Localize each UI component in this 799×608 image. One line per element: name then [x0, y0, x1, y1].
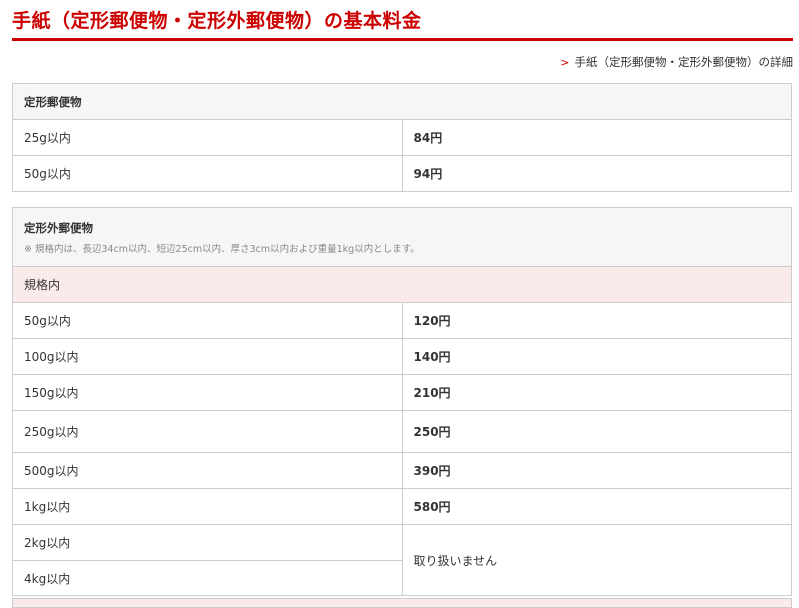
price-cell: 120円 — [401, 302, 792, 339]
table-row: 25g以内 84円 — [12, 119, 792, 156]
next-section-header — [12, 598, 792, 608]
price-cell: 94円 — [401, 155, 792, 192]
detail-link[interactable]: > 手紙（定形郵便物・定形外郵便物）の詳細 — [560, 54, 793, 70]
weight-cell: 4kg以内 — [12, 560, 403, 596]
price-cell: 580円 — [401, 488, 792, 525]
price-cell: 390円 — [401, 452, 792, 489]
table-row: 50g以内 120円 — [12, 302, 792, 339]
size-note: ※ 規格内は、長辺34cm以内、短辺25cm以内、厚さ3cm以内および重量1kg… — [24, 243, 420, 255]
table-row: 1kg以内 580円 — [12, 488, 792, 525]
teikei-rate-table: 定形郵便物 25g以内 84円 50g以内 94円 — [12, 83, 792, 192]
table-header-row: 定形外郵便物 ※ 規格内は、長辺34cm以内、短辺25cm以内、厚さ3cm以内お… — [12, 207, 792, 267]
table-row: 150g以内 210円 — [12, 374, 792, 411]
teikeigai-rate-table: 定形外郵便物 ※ 規格内は、長辺34cm以内、短辺25cm以内、厚さ3cm以内お… — [12, 207, 792, 596]
table-row: 250g以内 250円 — [12, 410, 792, 453]
table-row: 50g以内 94円 — [12, 155, 792, 192]
teikeigai-header-cell: 定形外郵便物 ※ 規格内は、長辺34cm以内、短辺25cm以内、厚さ3cm以内お… — [12, 207, 792, 267]
weight-cell: 25g以内 — [12, 119, 403, 156]
weight-cell: 50g以内 — [12, 302, 403, 339]
table-row: 100g以内 140円 — [12, 338, 792, 375]
not-handled-cell: 取り扱いません — [401, 524, 792, 596]
price-cell: 250円 — [401, 410, 792, 453]
weight-cell: 1kg以内 — [12, 488, 403, 525]
kikakunai-header: 規格内 — [12, 266, 792, 303]
chevron-right-icon: > — [560, 56, 570, 69]
price-cell: 210円 — [401, 374, 792, 411]
teikeigai-header: 定形外郵便物 — [24, 220, 93, 235]
weight-cell: 2kg以内 — [12, 524, 403, 561]
table-header-row: 定形郵便物 — [12, 83, 792, 120]
weight-cell: 50g以内 — [12, 155, 403, 192]
detail-link-label: 手紙（定形郵便物・定形外郵便物）の詳細 — [574, 55, 794, 69]
table-row: 2kg以内 取り扱いません — [12, 524, 792, 596]
sub-header-row: 規格内 — [12, 266, 792, 303]
price-cell: 84円 — [401, 119, 792, 156]
page-title: 手紙（定形郵便物・定形外郵便物）の基本料金 — [12, 10, 422, 32]
teikei-header: 定形郵便物 — [12, 83, 792, 120]
title-rule — [12, 38, 793, 41]
weight-cell: 150g以内 — [12, 374, 403, 411]
table-row: 500g以内 390円 — [12, 452, 792, 489]
price-cell: 140円 — [401, 338, 792, 375]
weight-cell: 100g以内 — [12, 338, 403, 375]
weight-cell: 250g以内 — [12, 410, 403, 453]
weight-cell: 500g以内 — [12, 452, 403, 489]
